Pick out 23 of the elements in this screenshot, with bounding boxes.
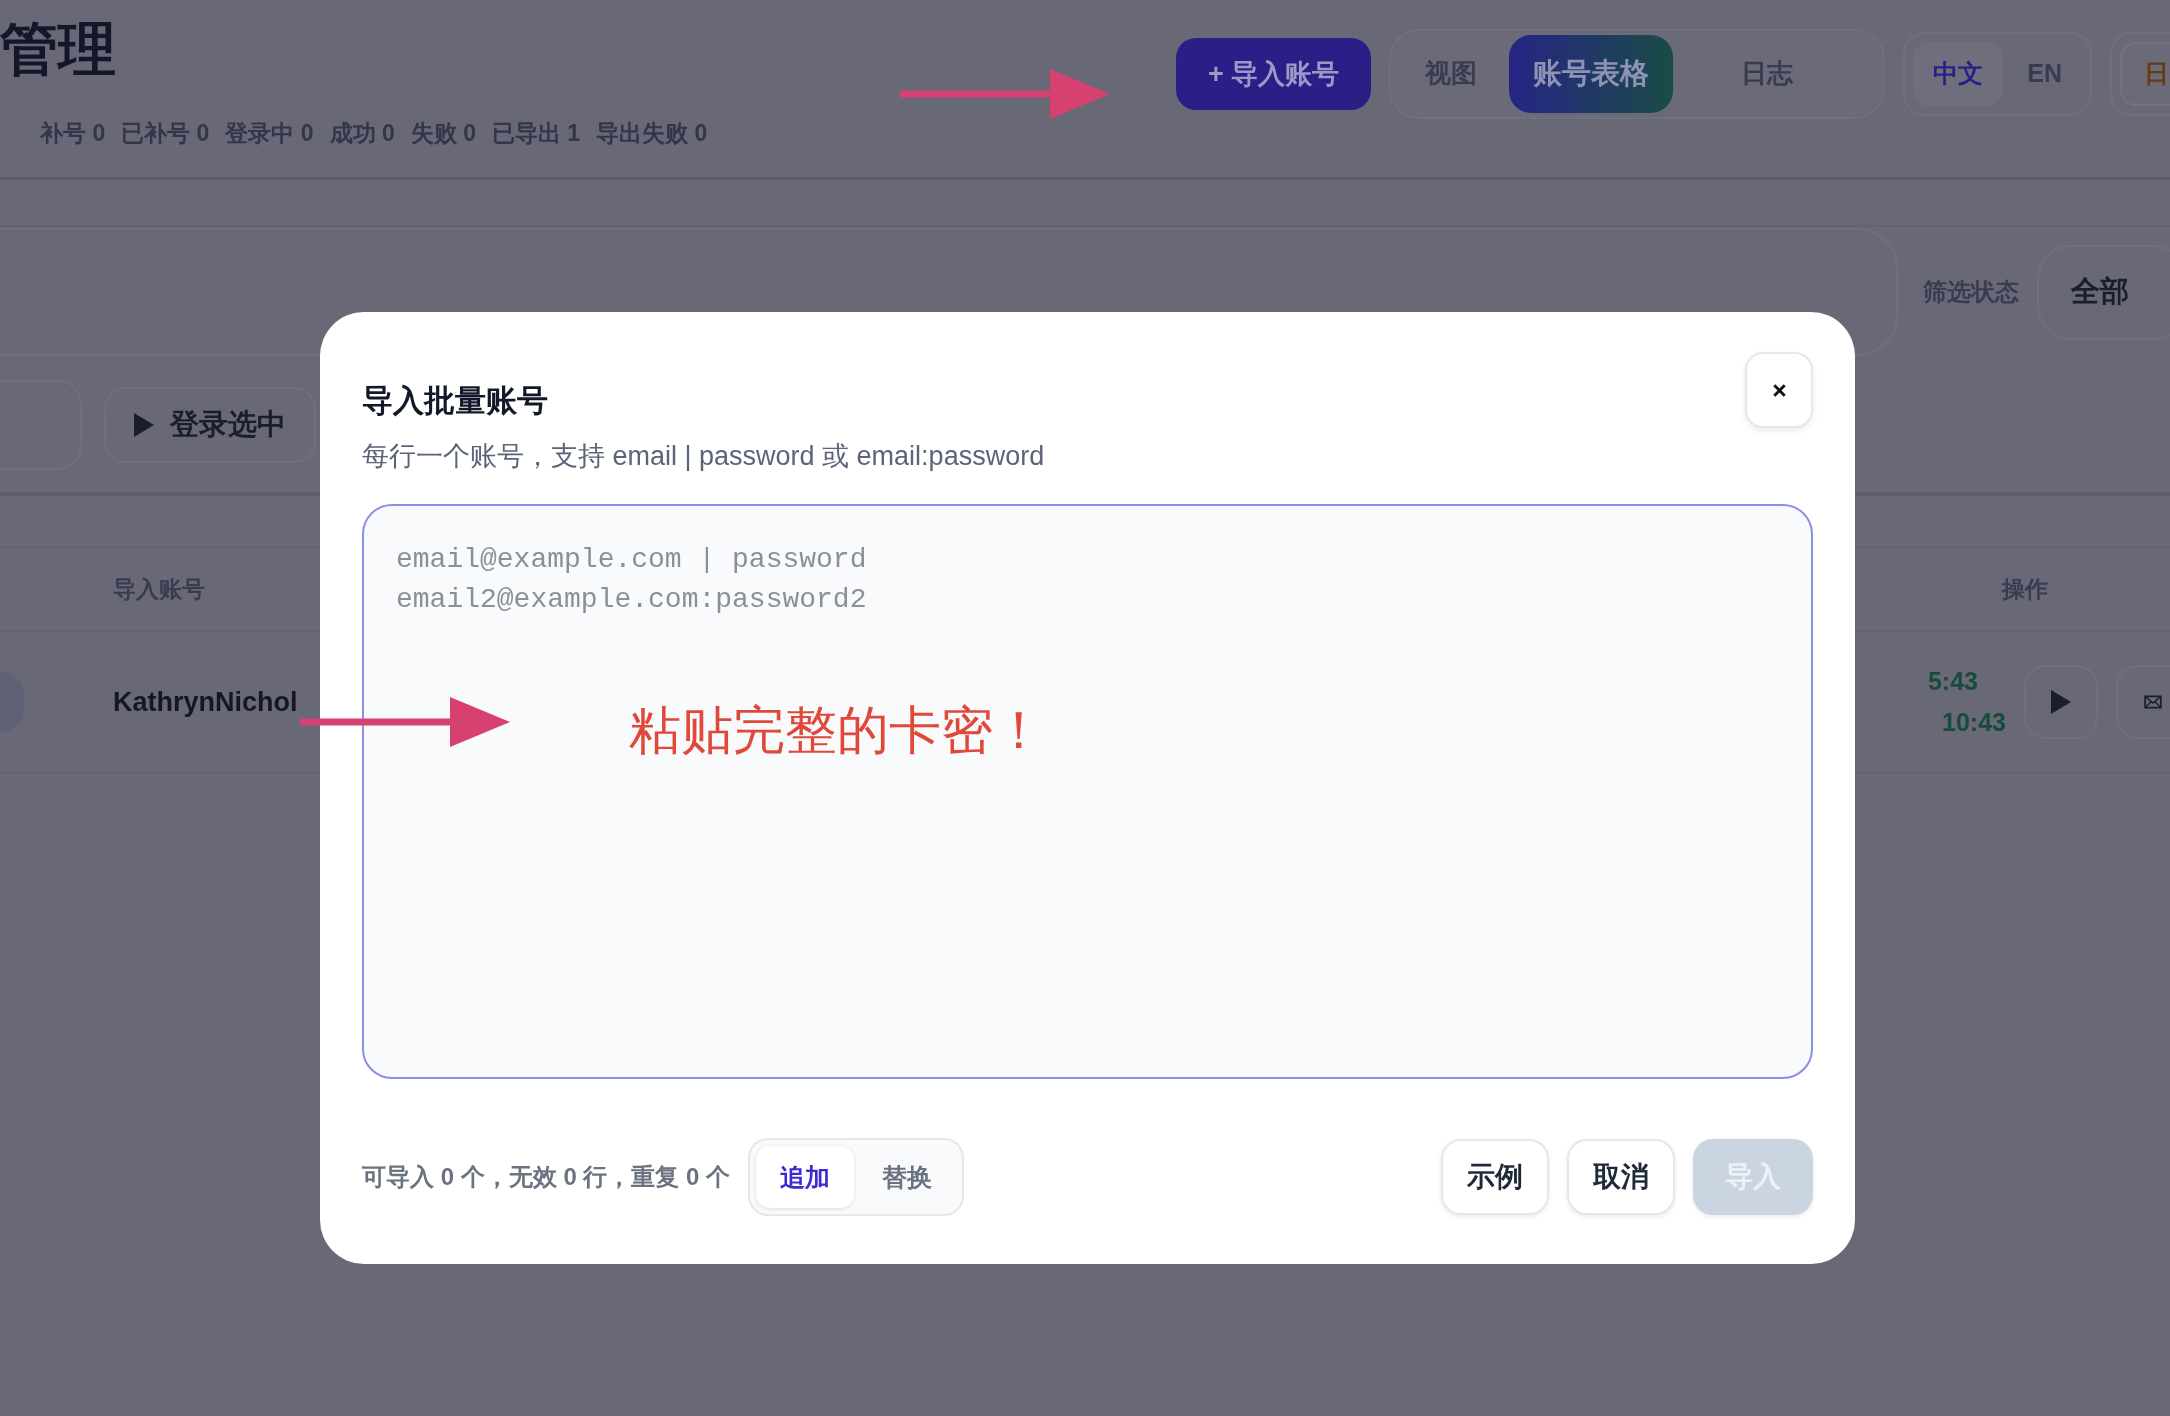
dialog-button[interactable]: 示例 bbox=[1441, 1139, 1549, 1215]
login-selected-button[interactable]: 登录选中 bbox=[104, 386, 316, 463]
mail-icon bbox=[2144, 695, 2162, 709]
play-icon bbox=[134, 412, 154, 437]
close-icon bbox=[1772, 383, 1786, 397]
time-text: 5:43 bbox=[1927, 667, 1978, 696]
dialog-button[interactable]: 取消 bbox=[1567, 1139, 1675, 1215]
dialog-title: 导入批量账号 bbox=[362, 382, 548, 420]
dialog-subtitle: 每行一个账号，支持 email | password 或 email:password bbox=[362, 440, 1046, 473]
language-option[interactable]: 中文 bbox=[1913, 41, 2004, 106]
play-button[interactable] bbox=[2024, 665, 2098, 739]
annotation-text: 粘贴完整的卡密！ bbox=[629, 700, 1045, 761]
mail-button[interactable] bbox=[2116, 665, 2170, 739]
mode-option[interactable]: 替换 bbox=[858, 1146, 957, 1208]
play-icon bbox=[2051, 690, 2071, 714]
mode-option[interactable]: 追加 bbox=[756, 1146, 855, 1208]
date-button[interactable]: 日 bbox=[2120, 41, 2170, 106]
status-filter-select[interactable]: 全部 bbox=[2037, 244, 2170, 340]
account-name: KathrynNichol bbox=[113, 686, 298, 718]
view-tab[interactable]: 账号表格 bbox=[1509, 34, 1674, 113]
import-account-button[interactable]: + 导入账号 bbox=[1176, 37, 1372, 110]
time-text: 10:43 bbox=[1942, 708, 2006, 737]
import-summary: 可导入 0 个，无效 0 行，重复 0 个 bbox=[362, 1162, 731, 1192]
